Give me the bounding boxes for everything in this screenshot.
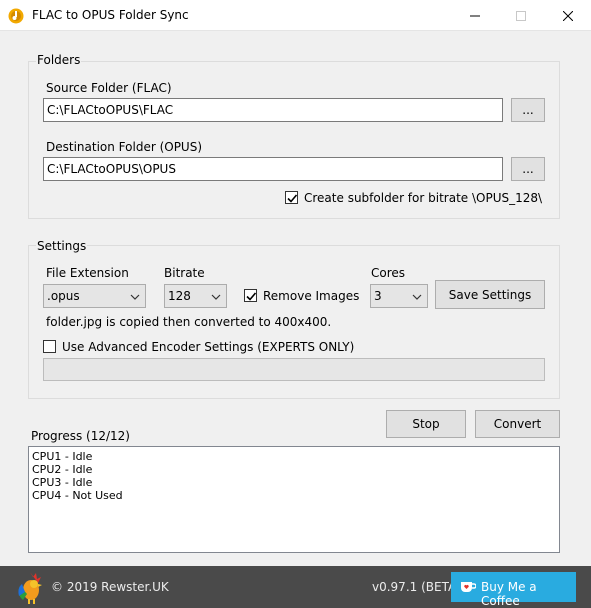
app-icon [8,8,24,24]
version-text: v0.97.1 (BETA) [372,580,461,594]
remove-images-checkbox[interactable] [244,289,257,302]
file-extension-value: .opus [47,289,80,303]
log-line: CPU4 - Not Used [32,489,123,502]
window-title: FLAC to OPUS Folder Sync [32,8,189,22]
convert-button[interactable]: Convert [475,410,560,438]
destination-folder-input[interactable]: C:\FLACtoOPUS\OPUS [43,157,503,181]
subfolder-checkbox-label: Create subfolder for bitrate \OPUS_128\ [304,191,543,205]
folders-group-label: Folders [36,53,82,67]
cores-value: 3 [374,289,382,303]
log-line: CPU3 - Idle [32,476,93,489]
advanced-encoder-input[interactable] [43,358,545,381]
chevron-down-icon [130,291,140,301]
subfolder-checkbox[interactable] [285,191,298,204]
progress-log[interactable]: CPU1 - Idle CPU2 - Idle CPU3 - Idle CPU4… [28,446,560,553]
minimize-icon [470,15,480,16]
browse-destination-button[interactable]: ... [511,157,545,181]
progress-label: Progress (12/12) [31,429,130,443]
close-button[interactable] [545,0,591,31]
chevron-down-icon [412,291,422,301]
file-extension-select[interactable]: .opus [43,284,146,308]
remove-images-label: Remove Images [263,289,360,303]
bitrate-select[interactable]: 128 [164,284,227,308]
coffee-cup-icon [460,580,477,594]
checkmark-icon [287,194,298,203]
buy-me-a-coffee-label: Buy Me a Coffee [481,580,537,608]
footer-bar: © 2019 Rewster.UK v0.97.1 (BETA) Buy Me … [0,566,591,608]
rooster-logo-icon [14,570,44,604]
save-settings-button[interactable]: Save Settings [435,280,545,309]
bitrate-label: Bitrate [164,266,205,280]
close-icon [563,10,573,21]
log-line: CPU2 - Idle [32,463,93,476]
log-line: CPU1 - Idle [32,450,93,463]
file-extension-label: File Extension [46,266,129,280]
client-area: Folders Source Folder (FLAC) C:\FLACtoOP… [0,31,591,566]
info-text: folder.jpg is copied then converted to 4… [46,315,332,329]
bitrate-value: 128 [168,289,191,303]
checkmark-icon [246,292,257,301]
copyright-text: © 2019 Rewster.UK [51,580,169,594]
buy-me-a-coffee-button[interactable]: Buy Me a Coffee [451,572,576,608]
source-folder-input[interactable]: C:\FLACtoOPUS\FLAC [43,98,503,122]
stop-button[interactable]: Stop [386,410,466,438]
cores-label: Cores [371,266,406,280]
cores-select[interactable]: 3 [370,284,428,308]
source-folder-label: Source Folder (FLAC) [46,81,172,95]
destination-folder-label: Destination Folder (OPUS) [46,140,203,154]
maximize-icon [516,10,526,21]
title-bar: FLAC to OPUS Folder Sync [0,0,591,31]
chevron-down-icon [211,291,221,301]
minimize-button[interactable] [452,0,498,31]
settings-group-label: Settings [36,239,88,253]
browse-source-button[interactable]: ... [511,98,545,122]
advanced-encoder-checkbox[interactable] [43,340,56,353]
advanced-encoder-label: Use Advanced Encoder Settings (EXPERTS O… [62,340,355,354]
maximize-button[interactable] [498,0,544,31]
